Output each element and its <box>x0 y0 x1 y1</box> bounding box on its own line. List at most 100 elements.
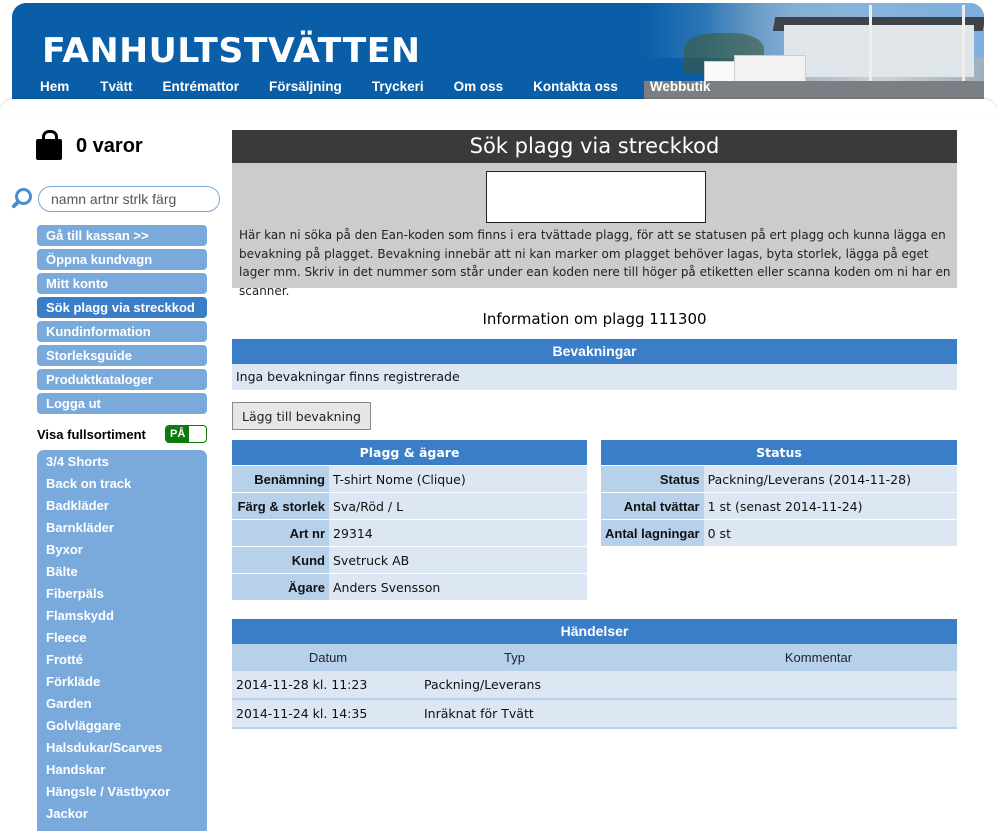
row-value: Anders Svensson <box>329 573 587 601</box>
garment-info-title: Information om plagg 111300 <box>482 310 707 328</box>
sidebar-menu: Gå till kassan >> Öppna kundvagn Mitt ko… <box>37 225 207 417</box>
nav-forsaljning[interactable]: Försäljning <box>269 79 342 94</box>
sidebar-item-catalogs[interactable]: Produktkataloger <box>37 369 207 390</box>
category-item[interactable]: Byxor <box>37 539 207 561</box>
barcode-search-panel: Sök plagg via streckkod Här kan ni söka … <box>232 130 957 298</box>
status-table: Status Status Packning/Leverans (2014-11-… <box>601 440 957 547</box>
row-key: Status <box>601 465 704 493</box>
nav-om-oss[interactable]: Om oss <box>454 79 504 94</box>
site-logo[interactable]: Fanhultstvätten <box>42 31 421 71</box>
nav-webbutik[interactable]: Webbutik <box>650 79 711 94</box>
row-key: Antal tvättar <box>601 492 704 520</box>
main-content: Sök plagg via streckkod Här kan ni söka … <box>232 130 957 729</box>
sidebar-item-my-account[interactable]: Mitt konto <box>37 273 207 294</box>
watches-empty-text: Inga bevakningar finns registrerade <box>232 364 957 390</box>
sidebar-item-logout[interactable]: Logga ut <box>37 393 207 414</box>
table-row: 2014-11-24 kl. 14:35 Inräknat för Tvätt <box>232 699 957 729</box>
category-item[interactable]: Golvläggare <box>37 715 207 737</box>
product-search-input[interactable] <box>38 186 220 212</box>
events-table: Datum Typ Kommentar 2014-11-28 kl. 11:23… <box>232 644 957 729</box>
row-value: 29314 <box>329 519 587 547</box>
row-key: Ägare <box>232 573 329 601</box>
nav-tryckeri[interactable]: Tryckeri <box>372 79 424 94</box>
event-date: 2014-11-28 kl. 11:23 <box>232 671 424 700</box>
toggle-on-label: PÅ <box>166 426 190 442</box>
nav-tvatt[interactable]: Tvätt <box>100 79 132 94</box>
watches-header: Bevakningar <box>232 339 957 364</box>
row-key: Art nr <box>232 519 329 547</box>
category-list: 3/4 Shorts Back on track Badkläder Barnk… <box>37 450 207 831</box>
events-section: Händelser Datum Typ Kommentar 2014-11-28… <box>232 619 957 729</box>
row-value: 0 st <box>703 519 957 547</box>
table-row: Färg & storlek Sva/Röd / L <box>232 492 587 520</box>
category-item[interactable]: Barnkläder <box>37 517 207 539</box>
table-row: Kund Svetruck AB <box>232 546 587 574</box>
full-assortment-label: Visa fullsortiment <box>37 426 146 442</box>
category-item[interactable]: Handskar <box>37 759 207 781</box>
cart-summary[interactable]: 0 varor <box>36 130 143 162</box>
row-value: Sva/Röd / L <box>329 492 587 520</box>
full-assortment-toggle[interactable]: PÅ <box>165 425 207 443</box>
shopping-bag-icon <box>36 130 62 162</box>
event-comment <box>680 671 957 700</box>
row-value: Packning/Leverans (2014-11-28) <box>703 465 957 493</box>
category-item[interactable]: Halsdukar/Scarves <box>37 737 207 759</box>
search-icon[interactable] <box>9 187 33 211</box>
full-assortment-row: Visa fullsortiment PÅ <box>37 425 207 443</box>
category-item[interactable]: Badkläder <box>37 495 207 517</box>
row-key: Antal lagningar <box>601 519 704 547</box>
column-header-date: Datum <box>232 644 424 671</box>
garment-owner-header: Plagg & ägare <box>232 440 587 466</box>
sidebar-item-size-guide[interactable]: Storleksguide <box>37 345 207 366</box>
event-type: Packning/Leverans <box>424 671 680 700</box>
site-header: Fanhultstvätten Hem Tvätt Entrémattor Fö… <box>12 3 984 99</box>
main-nav: Hem Tvätt Entrémattor Försäljning Trycke… <box>40 79 710 94</box>
row-key: Färg & storlek <box>232 492 329 520</box>
category-item[interactable]: Jackor <box>37 803 207 825</box>
nav-entremattor[interactable]: Entrémattor <box>163 79 240 94</box>
table-row: 2014-11-28 kl. 11:23 Packning/Leverans <box>232 671 957 700</box>
row-value: T-shirt Nome (Clique) <box>329 465 587 493</box>
cart-count: 0 varor <box>76 134 143 157</box>
category-item[interactable]: Förkläde <box>37 671 207 693</box>
category-item[interactable]: Bälte <box>37 561 207 583</box>
category-item[interactable]: Flamskydd <box>37 605 207 627</box>
table-row: Antal lagningar 0 st <box>601 519 957 547</box>
barcode-input[interactable] <box>486 171 706 223</box>
table-row: Benämning T-shirt Nome (Clique) <box>232 465 587 493</box>
sidebar-item-open-cart[interactable]: Öppna kundvagn <box>37 249 207 270</box>
row-key: Benämning <box>232 465 329 493</box>
category-item[interactable]: Fiberpäls <box>37 583 207 605</box>
nav-kontakta-oss[interactable]: Kontakta oss <box>533 79 618 94</box>
page-title: Sök plagg via streckkod <box>232 130 957 163</box>
barcode-description: Här kan ni söka på den Ean-koden som fin… <box>239 228 951 298</box>
column-header-comment: Kommentar <box>680 644 957 671</box>
table-row: Art nr 29314 <box>232 519 587 547</box>
add-watch-button[interactable]: Lägg till bevakning <box>232 402 371 430</box>
nav-hem[interactable]: Hem <box>40 79 69 94</box>
table-row: Status Packning/Leverans (2014-11-28) <box>601 465 957 493</box>
category-item[interactable]: Back on track <box>37 473 207 495</box>
sidebar-item-barcode-search[interactable]: Sök plagg via streckkod <box>37 297 207 318</box>
row-value: 1 st (senast 2014-11-24) <box>703 492 957 520</box>
event-comment <box>680 699 957 729</box>
row-key: Kund <box>232 546 329 574</box>
content-top-edge <box>0 99 997 119</box>
event-date: 2014-11-24 kl. 14:35 <box>232 699 424 729</box>
category-item[interactable]: Garden <box>37 693 207 715</box>
status-header: Status <box>601 440 957 466</box>
watches-section: Bevakningar Inga bevakningar finns regis… <box>232 339 957 390</box>
category-item[interactable]: Frotté <box>37 649 207 671</box>
row-value: Svetruck AB <box>329 546 587 574</box>
events-header: Händelser <box>232 619 957 644</box>
table-row: Antal tvättar 1 st (senast 2014-11-24) <box>601 492 957 520</box>
event-type: Inräknat för Tvätt <box>424 699 680 729</box>
sidebar-item-checkout[interactable]: Gå till kassan >> <box>37 225 207 246</box>
category-item[interactable]: 3/4 Shorts <box>37 451 207 473</box>
category-item[interactable]: Hängsle / Västbyxor <box>37 781 207 803</box>
product-search <box>9 186 220 212</box>
column-header-type: Typ <box>424 644 680 671</box>
table-row: Ägare Anders Svensson <box>232 573 587 601</box>
category-item[interactable]: Fleece <box>37 627 207 649</box>
sidebar-item-customer-info[interactable]: Kundinformation <box>37 321 207 342</box>
